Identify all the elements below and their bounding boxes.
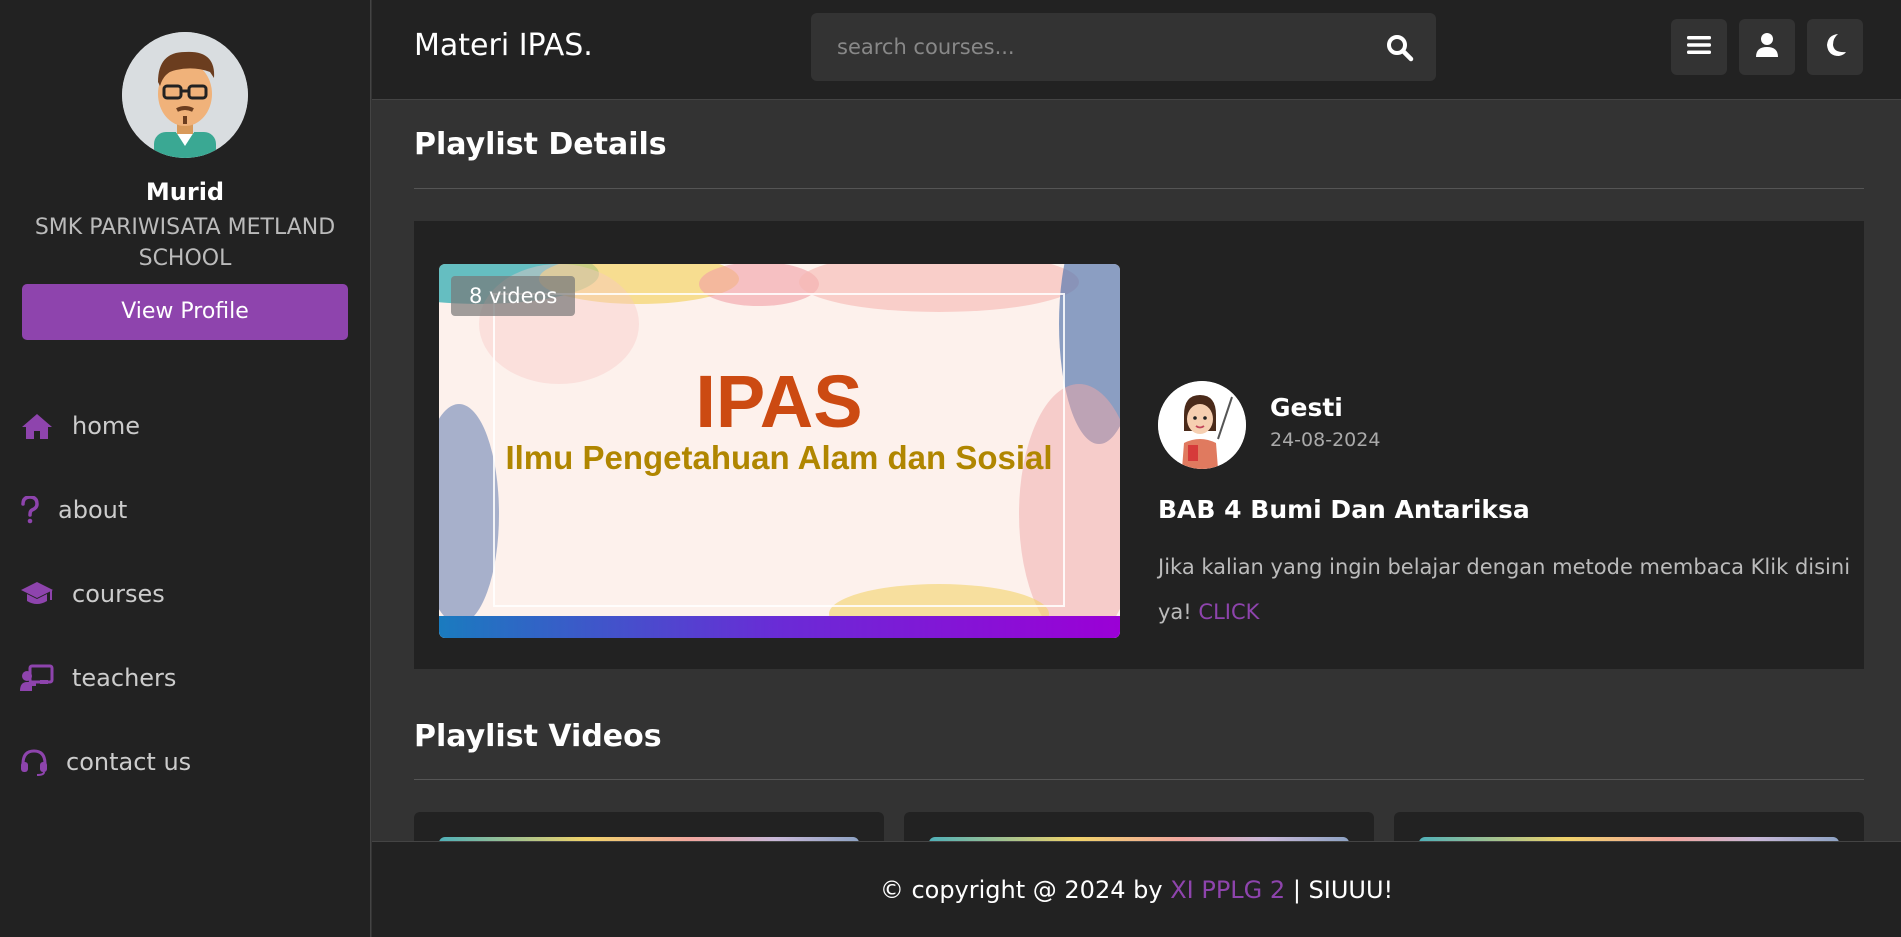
user-icon [1756,33,1778,61]
user-button[interactable] [1739,19,1795,75]
click-link[interactable]: CLICK [1198,600,1259,624]
search-icon[interactable] [1386,34,1414,62]
sidebar-item-contact-us[interactable]: contact us [0,720,370,804]
home-icon [20,409,54,443]
headset-icon [20,745,48,779]
playlist-thumbnail[interactable]: IPAS Ilmu Pengetahuan Alam dan Sosial 8 … [439,264,1120,638]
question-icon [20,493,40,527]
teacher-name: Gesti [1270,393,1343,422]
chalkboard-teacher-icon [20,661,54,695]
sidebar: Murid SMK PARIWISATA METLAND SCHOOL View… [0,0,371,937]
student-avatar [122,32,248,158]
cover-title: IPAS [695,360,862,443]
profile-school: SMK PARIWISATA METLAND SCHOOL [34,215,336,271]
sidebar-item-label: about [58,496,128,524]
video-card[interactable] [414,812,884,841]
sidebar-item-about[interactable]: about [0,468,370,552]
cover-subtitle: Ilmu Pengetahuan Alam dan Sosial [505,439,1052,476]
section-divider [414,779,1864,780]
video-card[interactable] [904,812,1374,841]
page-footer: © copyright @ 2024 by XI PPLG 2 | SIUUU! [372,841,1901,937]
top-header: Materi IPAS. [372,0,1901,100]
theme-toggle-button[interactable] [1807,19,1863,75]
search-input[interactable] [811,13,1371,81]
sidebar-item-label: courses [72,580,165,608]
site-logo[interactable]: Materi IPAS. [414,28,593,63]
sidebar-item-label: contact us [66,748,192,776]
playlist-details-card: IPAS Ilmu Pengetahuan Alam dan Sosial 8 … [414,221,1864,669]
publish-date: 24-08-2024 [1270,429,1381,451]
sidebar-item-label: teachers [72,664,177,692]
playlist-details-heading: Playlist Details [414,127,667,162]
menu-icon [1687,35,1711,59]
ipas-cover-image: IPAS Ilmu Pengetahuan Alam dan Sosial [439,264,1120,638]
section-divider [414,188,1864,189]
video-card[interactable] [1394,812,1864,841]
profile-name: Murid [145,178,225,206]
profile-section: Murid SMK PARIWISATA METLAND SCHOOL View… [0,0,370,340]
video-count-badge: 8 videos [451,276,576,316]
sidebar-nav: home about courses teachers contact us [0,384,370,804]
main-content: Playlist Details IPAS Ilmu Pengetahuan A… [372,101,1901,841]
sidebar-item-teachers[interactable]: teachers [0,636,370,720]
teacher-avatar [1158,381,1246,469]
description-text: Jika kalian yang ingin belajar dengan me… [1158,555,1851,624]
playlist-title: BAB 4 Bumi Dan Antariksa [1158,495,1530,524]
sidebar-item-courses[interactable]: courses [0,552,370,636]
playlist-description: Jika kalian yang ingin belajar dengan me… [1158,545,1858,635]
playlist-videos-heading: Playlist Videos [414,719,662,754]
footer-class-link[interactable]: XI PPLG 2 [1170,876,1285,904]
menu-button[interactable] [1671,19,1727,75]
sidebar-item-home[interactable]: home [0,384,370,468]
footer-suffix: | SIUUU! [1292,875,1394,904]
teacher-info[interactable]: Gesti 24-08-2024 [1158,381,1380,469]
view-profile-button[interactable]: View Profile [22,284,348,340]
search-bar [811,13,1436,81]
graduation-cap-icon [20,577,54,611]
moon-icon [1824,33,1846,61]
sidebar-item-label: home [72,412,141,440]
footer-copyright: © copyright @ 2024 by [879,875,1163,904]
